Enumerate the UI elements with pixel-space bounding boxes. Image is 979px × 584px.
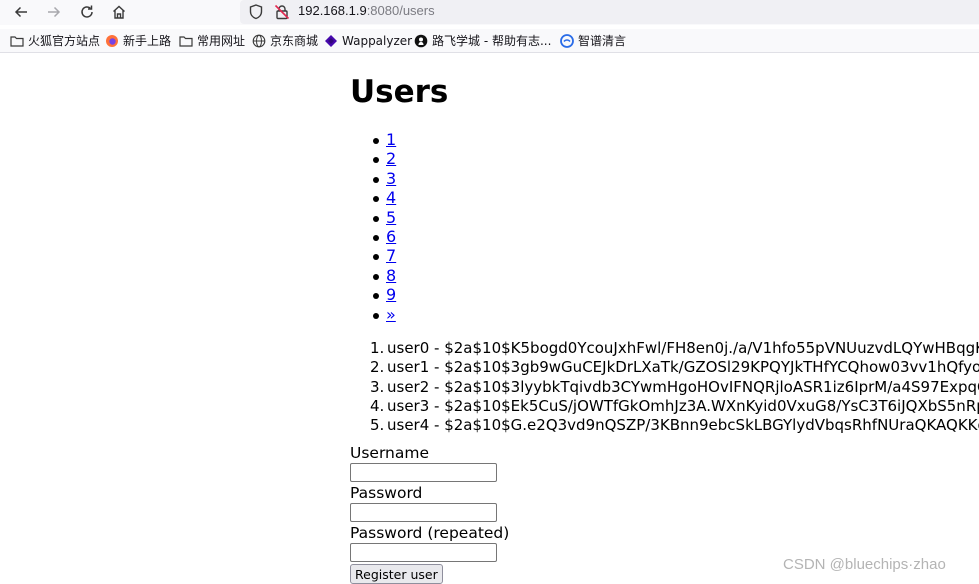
password-repeat-field[interactable]	[350, 543, 497, 562]
pagination-item: 3	[350, 169, 396, 188]
list-item: 1. user0 - $2a$10$K5bogd0YcouJxhFwl/FH8en…	[350, 339, 979, 358]
pagination-item: 9	[350, 285, 396, 304]
pagination: 1 2 3 4 5 6 7 8 9 »	[350, 130, 396, 324]
username-field[interactable]	[350, 463, 497, 482]
next-page-link[interactable]: »	[386, 305, 396, 324]
page-link-7[interactable]: 7	[386, 246, 396, 265]
chatglm-icon	[560, 33, 574, 48]
pagination-item: 8	[350, 266, 396, 285]
bookmark-label: 火狐官方站点	[28, 34, 101, 48]
user-entry: user0 - $2a$10$K5bogd0YcouJxhFwl/FH8en0j…	[387, 339, 979, 357]
folder-icon	[179, 35, 193, 47]
url-text[interactable]: 192.168.1.9:8080/users	[298, 3, 435, 18]
list-number: 3.	[370, 377, 385, 396]
url-path: :8080/users	[366, 3, 435, 18]
list-item: 3. user2 - $2a$10$3lyybkTqivdb3CYwmHgoHOv…	[350, 378, 979, 397]
page-link-1[interactable]: 1	[386, 130, 396, 149]
globe-icon	[252, 34, 266, 47]
page-link-5[interactable]: 5	[386, 208, 396, 227]
password-field[interactable]	[350, 503, 497, 522]
bookmark-label: Wappalyzer	[342, 33, 413, 48]
forward-arrow-icon[interactable]	[42, 1, 66, 23]
bookmark-label: 新手上路	[123, 34, 172, 48]
page-title: Users	[350, 74, 449, 110]
pagination-item: 6	[350, 227, 396, 246]
page-link-4[interactable]: 4	[386, 188, 396, 207]
pagination-item: »	[350, 305, 396, 324]
username-label: Username	[350, 444, 430, 462]
wappalyzer-icon	[325, 34, 337, 47]
bookmark-common-sites[interactable]: 常用网址	[179, 32, 245, 49]
password-repeat-label: Password (repeated)	[350, 524, 510, 542]
bookmark-label: 智谱清言	[578, 34, 627, 48]
url-host: 192.168.1.9	[298, 3, 367, 18]
page-content: Users 1 2 3 4 5 6 7 8 9 » 1. user0 - $2a$…	[350, 72, 979, 584]
pagination-item: 5	[350, 208, 396, 227]
user-entry: user2 - $2a$10$3lyybkTqivdb3CYwmHgoHOvIF…	[387, 377, 979, 396]
pagination-item: 2	[350, 149, 396, 168]
page-link-8[interactable]: 8	[386, 266, 396, 285]
home-icon[interactable]	[107, 1, 131, 23]
page-link-6[interactable]: 6	[386, 227, 396, 246]
bookmark-label: 路飞学城 - 帮助有志...	[432, 34, 552, 48]
register-form: Username Password Password (repeated) Re…	[350, 444, 509, 584]
user-entry: user1 - $2a$10$3gb9wGuCEJkDrLXaTk/GZOSl2…	[387, 358, 979, 377]
bookmark-getting-started[interactable]: 新手上路	[105, 32, 171, 49]
bookmark-jd[interactable]: 京东商城	[252, 32, 318, 49]
url-bar[interactable]: 192.168.1.9:8080/users	[240, 0, 979, 24]
page-link-3[interactable]: 3	[386, 169, 396, 188]
page-link-2[interactable]: 2	[386, 149, 396, 168]
list-number: 2.	[370, 358, 385, 377]
shield-icon[interactable]	[247, 3, 265, 21]
user-entry: user4 - $2a$10$G.e2Q3vd9nQSZP/3KBnn9ebcS…	[387, 416, 979, 435]
bookmark-luffy[interactable]: 路飞学城 - 帮助有志...	[414, 32, 551, 49]
bookmark-firefox-official[interactable]: 火狐官方站点	[10, 32, 100, 49]
list-number: 4.	[370, 396, 385, 415]
bookmark-zhipu[interactable]: 智谱清言	[560, 32, 626, 49]
watermark: CSDN @bluechips·zhao	[783, 556, 946, 573]
list-item: 5. user4 - $2a$10$G.e2Q3vd9nQSZP/3KBnn9eb…	[350, 416, 979, 435]
user-entry: user3 - $2a$10$Ek5CuS/jOWTfGkOmhJz3A.WXn…	[387, 396, 979, 415]
folder-icon	[10, 35, 24, 47]
bookmark-label: 京东商城	[270, 34, 319, 48]
bookmarks-bar: 火狐官方站点 新手上路 常用网址 京东商城 Wappalyzer 路飞学城 - …	[0, 29, 979, 53]
password-label: Password	[350, 484, 423, 502]
bookmark-wappalyzer[interactable]: Wappalyzer	[324, 32, 412, 49]
bookmark-label: 常用网址	[197, 34, 246, 48]
pagination-item: 4	[350, 188, 396, 207]
list-item: 4. user3 - $2a$10$Ek5CuS/jOWTfGkOmhJz3A.W…	[350, 397, 979, 416]
browser-toolbar: 192.168.1.9:8080/users	[0, 0, 979, 25]
list-number: 1.	[370, 339, 385, 357]
reload-icon[interactable]	[75, 1, 99, 23]
page-link-9[interactable]: 9	[386, 285, 396, 304]
firefox-icon	[106, 34, 118, 47]
list-item: 2. user1 - $2a$10$3gb9wGuCEJkDrLXaTk/GZOS…	[350, 358, 979, 377]
luffy-logo-icon	[414, 34, 428, 47]
register-user-button[interactable]: Register user	[350, 564, 443, 584]
back-arrow-icon[interactable]	[9, 1, 33, 23]
list-number: 5.	[370, 416, 385, 435]
insecure-lock-icon[interactable]	[273, 3, 291, 21]
user-list: 1. user0 - $2a$10$K5bogd0YcouJxhFwl/FH8en…	[350, 339, 979, 435]
pagination-item: 1	[350, 130, 396, 149]
pagination-item: 7	[350, 246, 396, 265]
